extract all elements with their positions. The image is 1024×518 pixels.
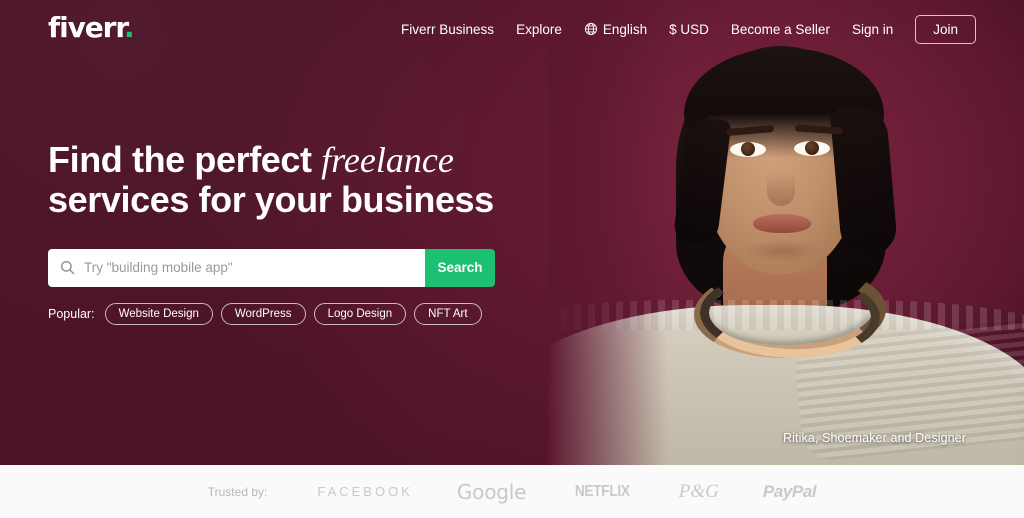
- nav-label-become-a-seller: Become a Seller: [730, 21, 830, 37]
- nav-label-fiverr-business: Fiverr Business: [401, 21, 495, 37]
- nav-item-currency[interactable]: $ USD: [669, 22, 709, 37]
- brand-logo-paypal: PayPal: [762, 481, 817, 501]
- portrait-iris-right: [805, 141, 819, 155]
- popular-searches: Popular: Website Design WordPress Logo D…: [48, 302, 568, 325]
- nav-item-sign-in[interactable]: Sign in: [852, 22, 893, 37]
- top-navigation: fiverr. Fiverr Business Explore English …: [0, 0, 1024, 58]
- nav-item-become-a-seller[interactable]: Become a Seller: [731, 22, 830, 37]
- globe-icon: [584, 22, 598, 36]
- headline-line1-prefix: Find the perfect: [48, 139, 322, 180]
- nav-item-explore[interactable]: Explore: [516, 22, 562, 37]
- nav-label-language: English: [602, 21, 648, 37]
- page-title: Find the perfect freelance services for …: [48, 139, 568, 221]
- nav-label-sign-in: Sign in: [851, 21, 894, 37]
- headline-line2: services for your business: [48, 179, 494, 221]
- logo-dot: .: [124, 11, 135, 44]
- search-input-wrapper[interactable]: [48, 248, 425, 287]
- hero-photo: Ritika, Shoemaker and Designer: [548, 0, 1024, 465]
- popular-tag-nft-art[interactable]: NFT Art: [414, 302, 482, 325]
- trusted-by-label: Trusted by:: [207, 484, 268, 499]
- search-icon: [60, 260, 75, 275]
- brand-logo-google: Google: [456, 479, 527, 504]
- join-button[interactable]: Join: [915, 14, 976, 44]
- popular-label: Popular:: [48, 306, 95, 321]
- photo-caption: Ritika, Shoemaker and Designer: [783, 431, 966, 445]
- search-input[interactable]: [84, 260, 413, 276]
- portrait-iris-left: [741, 142, 755, 156]
- fiverr-logo[interactable]: fiverr.: [48, 11, 135, 44]
- page-root: Ritika, Shoemaker and Designer fiverr. F…: [0, 0, 1024, 518]
- brand-logo-facebook: FACEBOOK: [317, 484, 413, 499]
- hero-content: Find the perfect freelance services for …: [48, 139, 568, 325]
- search-button[interactable]: Search: [425, 248, 495, 287]
- logo-wordmark: fiverr: [48, 11, 125, 44]
- portrait-lips: [753, 214, 811, 233]
- trusted-by-bar: Trusted by: FACEBOOK Google NETFLIX P&G …: [0, 465, 1024, 518]
- search-bar: Search: [48, 248, 495, 287]
- popular-tag-website-design[interactable]: Website Design: [104, 302, 213, 325]
- nav-item-language[interactable]: English: [584, 22, 647, 37]
- nav-label-explore: Explore: [516, 21, 562, 37]
- portrait-nose: [767, 158, 795, 206]
- nav-label-currency: $ USD: [669, 21, 709, 37]
- brand-logo-netflix: NETFLIX: [575, 482, 630, 500]
- headline-italic-word: freelance: [321, 140, 454, 180]
- hero-section: Ritika, Shoemaker and Designer fiverr. F…: [0, 0, 1024, 465]
- popular-tag-wordpress[interactable]: WordPress: [220, 302, 306, 325]
- brand-logo-pg: P&G: [678, 480, 719, 502]
- nav-item-fiverr-business[interactable]: Fiverr Business: [401, 22, 494, 37]
- popular-tag-logo-design[interactable]: Logo Design: [313, 302, 407, 325]
- nav-links-group: Fiverr Business Explore English $ USD Be…: [401, 0, 976, 58]
- portrait-chin-shadow: [744, 240, 820, 262]
